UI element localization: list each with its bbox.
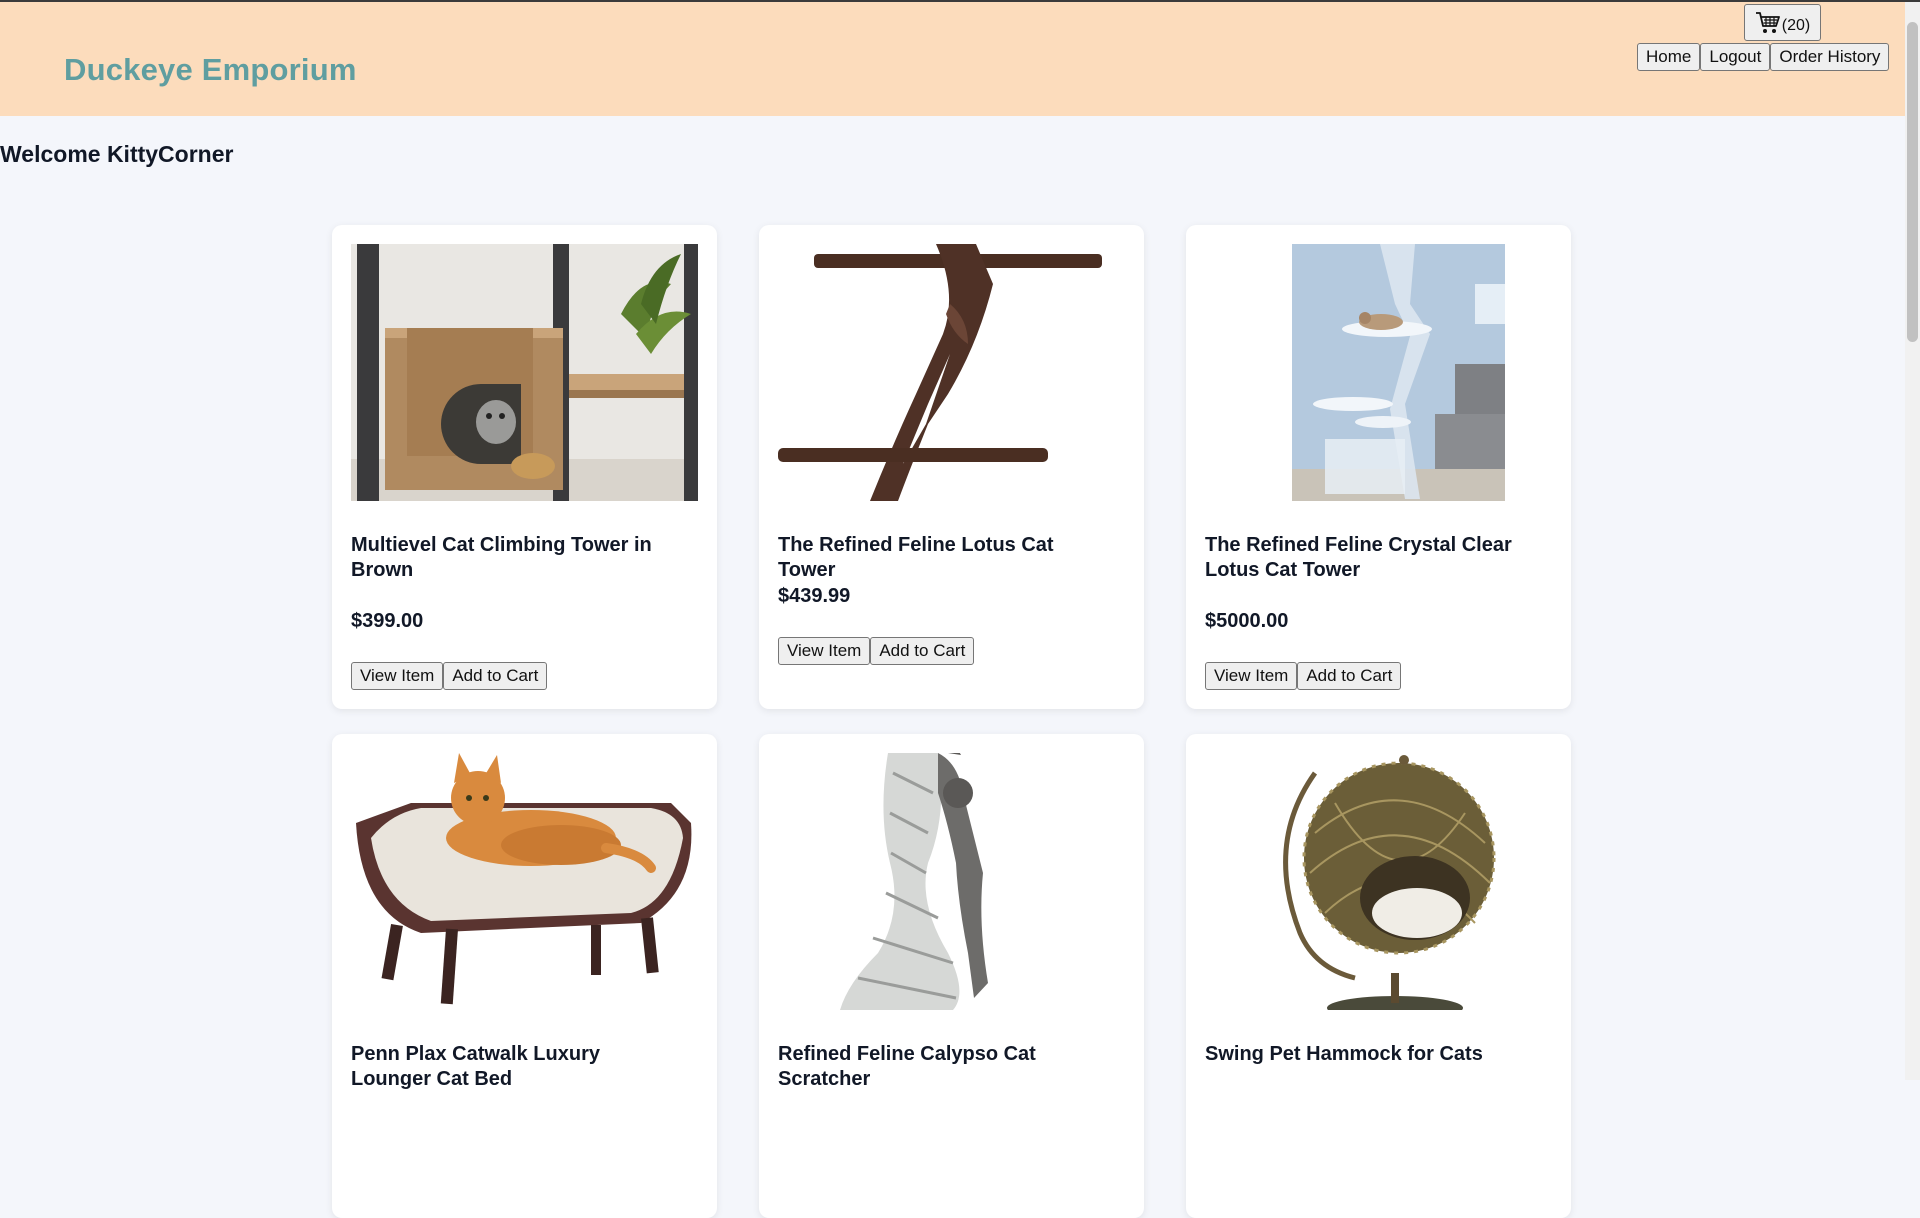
add-to-cart-button[interactable]: Add to Cart: [870, 637, 975, 665]
logout-button[interactable]: Logout: [1700, 43, 1771, 71]
product-image-cat-climbing-tower[interactable]: [351, 244, 698, 501]
site-header: Duckeye Emporium (20) Home Logout Order Hi…: [0, 2, 1905, 116]
home-button[interactable]: Home: [1637, 43, 1701, 71]
add-to-cart-button[interactable]: Add to Cart: [443, 662, 548, 690]
product-price: $5000.00: [1205, 610, 1289, 632]
view-item-button[interactable]: View Item: [1205, 662, 1298, 690]
product-card: Refined Feline Calypso Cat Scratcher: [759, 734, 1144, 1218]
product-actions: View Item Add to Cart: [1205, 662, 1402, 690]
product-title[interactable]: Swing Pet Hammock for Cats: [1205, 1042, 1535, 1067]
product-image-pet-hammock[interactable]: [1205, 753, 1552, 1010]
header-nav: (20) Home Logout Order History: [1637, 4, 1897, 74]
scrollbar-thumb[interactable]: [1907, 22, 1918, 342]
shopping-cart-icon: [1755, 11, 1780, 33]
product-card: Penn Plax Catwalk Luxury Lounger Cat Bed: [332, 734, 717, 1218]
product-actions: View Item Add to Cart: [351, 662, 548, 690]
product-title[interactable]: Refined Feline Calypso Cat Scratcher: [778, 1042, 1108, 1092]
product-image-cat-scratcher[interactable]: [778, 753, 1125, 1010]
product-price: $399.00: [351, 610, 424, 632]
cart-button[interactable]: (20): [1744, 4, 1821, 41]
product-card: The Refined Feline Crystal Clear Lotus C…: [1186, 225, 1571, 709]
view-item-button[interactable]: View Item: [351, 662, 444, 690]
product-image-crystal-clear-tower[interactable]: [1205, 244, 1552, 501]
product-title[interactable]: Penn Plax Catwalk Luxury Lounger Cat Bed: [351, 1042, 681, 1092]
page-scrollbar[interactable]: [1905, 2, 1920, 1080]
add-to-cart-button[interactable]: Add to Cart: [1297, 662, 1402, 690]
order-history-button[interactable]: Order History: [1770, 43, 1890, 71]
brand-title: Duckeye Emporium: [64, 52, 357, 87]
product-title[interactable]: The Refined Feline Lotus Cat Tower: [778, 533, 1108, 583]
product-card: The Refined Feline Lotus Cat Tower $439.…: [759, 225, 1144, 709]
product-actions: View Item Add to Cart: [778, 637, 975, 665]
nav-button-group: Home Logout Order History: [1637, 43, 1890, 71]
view-item-button[interactable]: View Item: [778, 637, 871, 665]
product-card: Multievel Cat Climbing Tower in Brown $3…: [332, 225, 717, 709]
product-price: $439.99: [778, 585, 851, 607]
cart-count-badge: (20): [1781, 16, 1811, 34]
product-card: Swing Pet Hammock for Cats: [1186, 734, 1571, 1218]
product-image-cat-lounger-bed[interactable]: [351, 753, 698, 1010]
product-title[interactable]: The Refined Feline Crystal Clear Lotus C…: [1205, 533, 1535, 583]
welcome-heading: Welcome KittyCorner: [0, 141, 234, 167]
product-title[interactable]: Multievel Cat Climbing Tower in Brown: [351, 533, 681, 583]
product-image-lotus-cat-tower[interactable]: [778, 244, 1125, 501]
